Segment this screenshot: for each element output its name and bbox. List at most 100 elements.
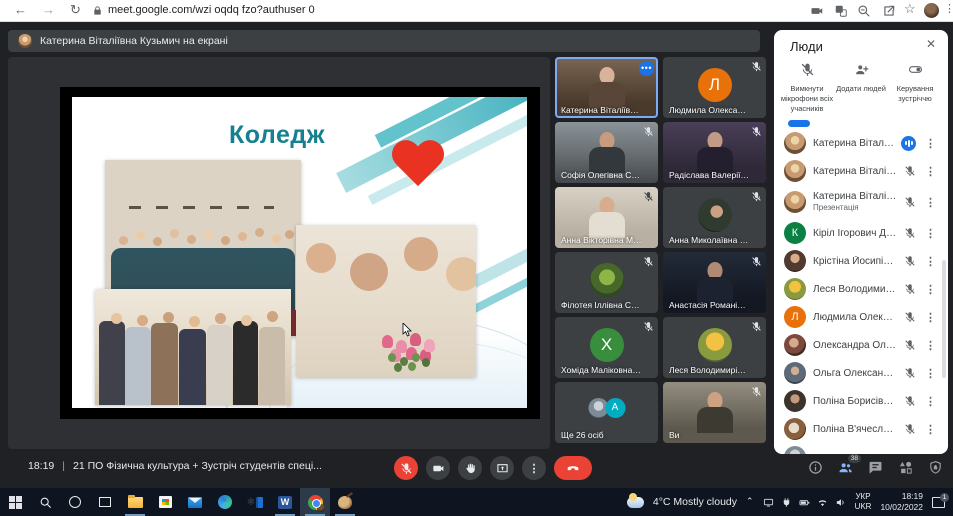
tile-name: Леся Володимирівна Ш...: [669, 365, 750, 375]
edge-icon: [218, 495, 232, 509]
close-icon[interactable]: ✕: [926, 37, 936, 51]
participant-row[interactable]: Ольга Олександрівна Д... ⋮: [774, 359, 948, 387]
share-icon[interactable]: [882, 4, 896, 18]
participant-menu-icon[interactable]: ⋮: [923, 423, 938, 436]
tile-more-people[interactable]: А Ще 26 осіб: [555, 382, 658, 443]
volume-icon[interactable]: [835, 497, 846, 508]
host-controls-icon[interactable]: [928, 460, 943, 475]
participant-row[interactable]: Л Людмила Олександрівн... ⋮: [774, 303, 948, 331]
word-button[interactable]: W: [270, 488, 300, 516]
taskbar-search[interactable]: [30, 488, 60, 516]
tile-lesia[interactable]: Леся Володимирівна Ш...: [663, 317, 766, 378]
refresh-icon[interactable]: ↻: [70, 2, 81, 18]
file-explorer-button[interactable]: [120, 488, 150, 516]
wifi-icon[interactable]: [817, 497, 828, 508]
participant-name: Ольга Олександрівна Д...: [813, 367, 897, 379]
more-options-button[interactable]: ⋮: [522, 456, 546, 480]
participant-name: Катерина Віталіївна Кузь... Презентація: [813, 191, 897, 213]
taskbar-clock[interactable]: 18:19 10/02/2022: [880, 491, 923, 512]
participant-menu-icon[interactable]: ⋮: [923, 339, 938, 352]
translate-icon[interactable]: [834, 4, 848, 18]
raise-hand-button[interactable]: [458, 456, 482, 480]
cortana-button[interactable]: [60, 488, 90, 516]
participant-row-partial[interactable]: [774, 443, 948, 454]
back-icon[interactable]: ←: [14, 2, 27, 17]
participant-row[interactable]: Катерина Віталіївна Кузь... Презентація …: [774, 185, 948, 219]
mic-off-icon: [643, 256, 654, 267]
panel-scrollbar[interactable]: [942, 260, 946, 378]
activities-icon[interactable]: [898, 460, 913, 475]
camera-in-use-icon[interactable]: [810, 4, 824, 18]
bookmark-star-icon[interactable]: ☆: [904, 1, 916, 17]
tile-you[interactable]: Ви: [663, 382, 766, 443]
mic-off-button[interactable]: [394, 456, 418, 480]
plugged-in-icon[interactable]: [781, 497, 792, 508]
people-panel-icon[interactable]: 38: [838, 454, 861, 475]
host-controls-button[interactable]: Керування зустріччю: [888, 62, 942, 113]
language-indicator[interactable]: УКР UKR: [855, 492, 872, 511]
browser-menu-icon[interactable]: ⋮: [944, 2, 953, 15]
participant-row[interactable]: Крістіна Йосипівна Тороні ⋮: [774, 247, 948, 275]
edge-button[interactable]: [210, 488, 240, 516]
weather-text[interactable]: 4°C Mostly cloudy: [653, 496, 737, 508]
profile-avatar[interactable]: [924, 3, 939, 18]
gimp-button[interactable]: [330, 488, 360, 516]
chrome-icon: [307, 494, 325, 512]
tile-liudmyla[interactable]: Л Людмила Олександрів...: [663, 57, 766, 118]
display-icon[interactable]: [763, 497, 774, 508]
present-button[interactable]: [490, 456, 514, 480]
tile-sofia[interactable]: Софія Олегівна Скрип...: [555, 122, 658, 183]
participant-menu-icon[interactable]: ⋮: [923, 165, 938, 178]
chat-icon[interactable]: [868, 460, 883, 475]
tile-anna-m[interactable]: Анна Миколаївна Берд...: [663, 187, 766, 248]
tile-anastasiia[interactable]: Анастасія Романівна Б...: [663, 252, 766, 313]
participant-menu-icon[interactable]: ⋮: [923, 227, 938, 240]
reader-app-button[interactable]: ✱: [240, 488, 270, 516]
tile-options-icon[interactable]: •••: [639, 61, 654, 76]
zoom-out-icon[interactable]: [857, 4, 871, 18]
mute-all-button[interactable]: Вимкнути мікрофони всіх учасників: [780, 62, 834, 113]
camera-button[interactable]: [426, 456, 450, 480]
mic-off-icon: [904, 395, 916, 407]
participant-menu-icon[interactable]: ⋮: [923, 255, 938, 268]
participant-menu-icon[interactable]: ⋮: [923, 367, 938, 380]
participant-menu-icon[interactable]: ⋮: [923, 196, 938, 209]
participant-row[interactable]: Катерина Віталіївна Кузь... ⋮: [774, 129, 948, 157]
task-view-button[interactable]: [90, 488, 120, 516]
participant-row[interactable]: Катерина Віталіївна Кузь... ⋮: [774, 157, 948, 185]
microsoft-store-button[interactable]: [150, 488, 180, 516]
tile-filoteia[interactable]: Філотея Іллівна Сурду: [555, 252, 658, 313]
chrome-button[interactable]: [300, 488, 330, 516]
forward-icon[interactable]: →: [42, 2, 55, 17]
participant-menu-icon[interactable]: ⋮: [923, 137, 938, 150]
participant-row[interactable]: Леся Володимирівна Ше... ⋮: [774, 275, 948, 303]
participant-row[interactable]: К Кіріл Ігорович Добрянсь... ⋮: [774, 219, 948, 247]
participant-menu-icon[interactable]: ⋮: [923, 311, 938, 324]
mail-button[interactable]: [180, 488, 210, 516]
tray-expand-icon[interactable]: ⌃: [746, 496, 754, 507]
store-icon: [158, 496, 172, 508]
participant-menu-icon[interactable]: ⋮: [923, 283, 938, 296]
participant-row[interactable]: Поліна Борисівна Бадах ⋮: [774, 387, 948, 415]
participant-row[interactable]: Поліна В'ячеславівна Да... ⋮: [774, 415, 948, 443]
weather-icon[interactable]: [626, 492, 644, 508]
add-people-button[interactable]: Додати людей: [834, 62, 888, 113]
address-bar[interactable]: meet.google.com/wzi oqdq fzo?authuser 0: [108, 4, 315, 16]
presentation-stage[interactable]: Коледж: [8, 57, 550, 449]
end-call-button[interactable]: [554, 456, 592, 480]
mic-off-icon: [904, 367, 916, 379]
tile-anna-v[interactable]: Анна Вікторівна Масл...: [555, 187, 658, 248]
participant-menu-icon[interactable]: ⋮: [923, 395, 938, 408]
video-tile-grid: ••• Катерина Віталіївна К... Л Людмила О…: [555, 57, 766, 449]
participant-row[interactable]: Олександра Олександр... ⋮: [774, 331, 948, 359]
browser-toolbar: ← → ↻ meet.google.com/wzi oqdq fzo?authu…: [0, 0, 953, 22]
action-center-icon[interactable]: 1: [932, 492, 949, 508]
tile-radislava[interactable]: Радіслава Валеріївна ...: [663, 122, 766, 183]
battery-icon[interactable]: [799, 497, 810, 508]
tile-khomida[interactable]: X Хоміда Маліковна Суфі...: [555, 317, 658, 378]
start-button[interactable]: [0, 488, 30, 516]
mic-off-icon: [751, 126, 762, 137]
participant-subtitle: Презентація: [813, 203, 859, 213]
meeting-details-icon[interactable]: [808, 460, 823, 475]
tile-katerina[interactable]: ••• Катерина Віталіївна К...: [555, 57, 658, 118]
